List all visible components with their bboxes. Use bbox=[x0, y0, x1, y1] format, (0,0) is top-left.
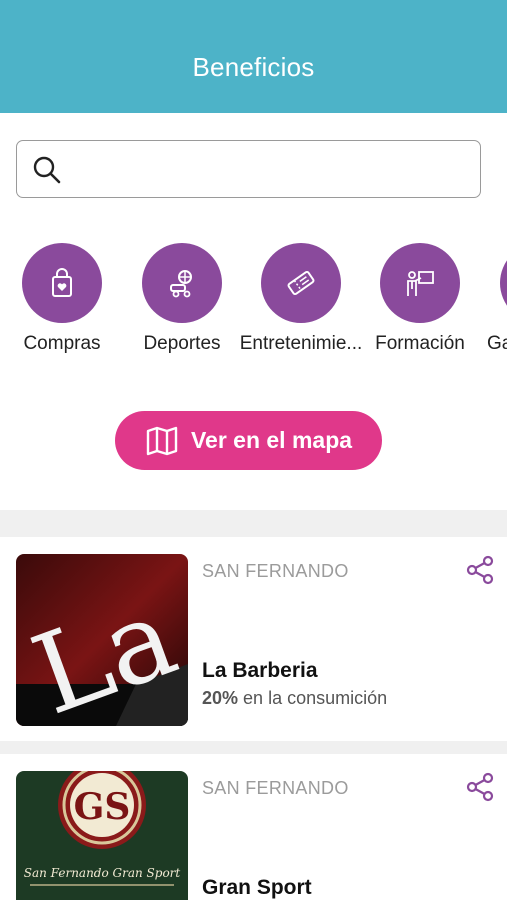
share-icon[interactable] bbox=[464, 554, 496, 586]
category-carousel[interactable]: Compras Deportes Entretenimie... Formaci… bbox=[0, 243, 507, 358]
search-icon bbox=[33, 156, 61, 184]
category-formacion[interactable]: Formación bbox=[355, 243, 485, 355]
category-label: Entretenimie... bbox=[239, 333, 363, 354]
app-header: Beneficios bbox=[0, 0, 507, 113]
logo-text: GS bbox=[74, 786, 131, 828]
search-input[interactable] bbox=[16, 140, 481, 198]
category-deportes[interactable]: Deportes bbox=[117, 243, 247, 355]
share-icon[interactable] bbox=[464, 771, 496, 803]
benefit-card[interactable]: GS San Fernando Gran Sport SAN FERNANDO … bbox=[0, 754, 507, 900]
section-divider bbox=[0, 510, 507, 537]
category-label: Compras bbox=[23, 333, 101, 354]
ticket-icon bbox=[261, 243, 341, 323]
view-map-button[interactable]: Ver en el mapa bbox=[115, 411, 382, 470]
view-map-label: Ver en el mapa bbox=[190, 427, 353, 453]
teacher-icon bbox=[380, 243, 460, 323]
category-label: Deportes bbox=[143, 333, 221, 354]
benefit-offer-text: en la consumición bbox=[243, 688, 388, 708]
benefit-location: SAN FERNANDO bbox=[202, 561, 349, 581]
sports-icon bbox=[142, 243, 222, 323]
shopping-bag-icon bbox=[22, 243, 102, 323]
category-icon bbox=[500, 243, 507, 323]
benefit-card[interactable]: La Ba SAN FERNANDO La Barberia 20% en la… bbox=[0, 537, 507, 727]
benefit-discount: 20% bbox=[202, 688, 239, 708]
benefit-name: Gran Sport bbox=[202, 876, 312, 899]
map-icon bbox=[146, 426, 178, 455]
benefit-image: La Ba bbox=[16, 554, 188, 726]
category-label: Formación bbox=[375, 333, 465, 354]
category-entretenimiento[interactable]: Entretenimie... bbox=[236, 243, 366, 355]
page-title: Beneficios bbox=[192, 52, 315, 82]
benefit-name: La Barberia bbox=[202, 659, 318, 682]
benefit-offer: 20% en la consumición bbox=[202, 688, 387, 709]
benefit-location: SAN FERNANDO bbox=[202, 778, 349, 798]
category-label: Ga bbox=[487, 333, 507, 354]
logo-caption: San Fernando Gran Sport bbox=[24, 866, 181, 880]
category-partial[interactable]: Ga bbox=[475, 243, 507, 355]
benefit-logo: GS San Fernando Gran Sport bbox=[16, 771, 188, 900]
category-compras[interactable]: Compras bbox=[0, 243, 127, 355]
section-divider bbox=[0, 741, 507, 754]
